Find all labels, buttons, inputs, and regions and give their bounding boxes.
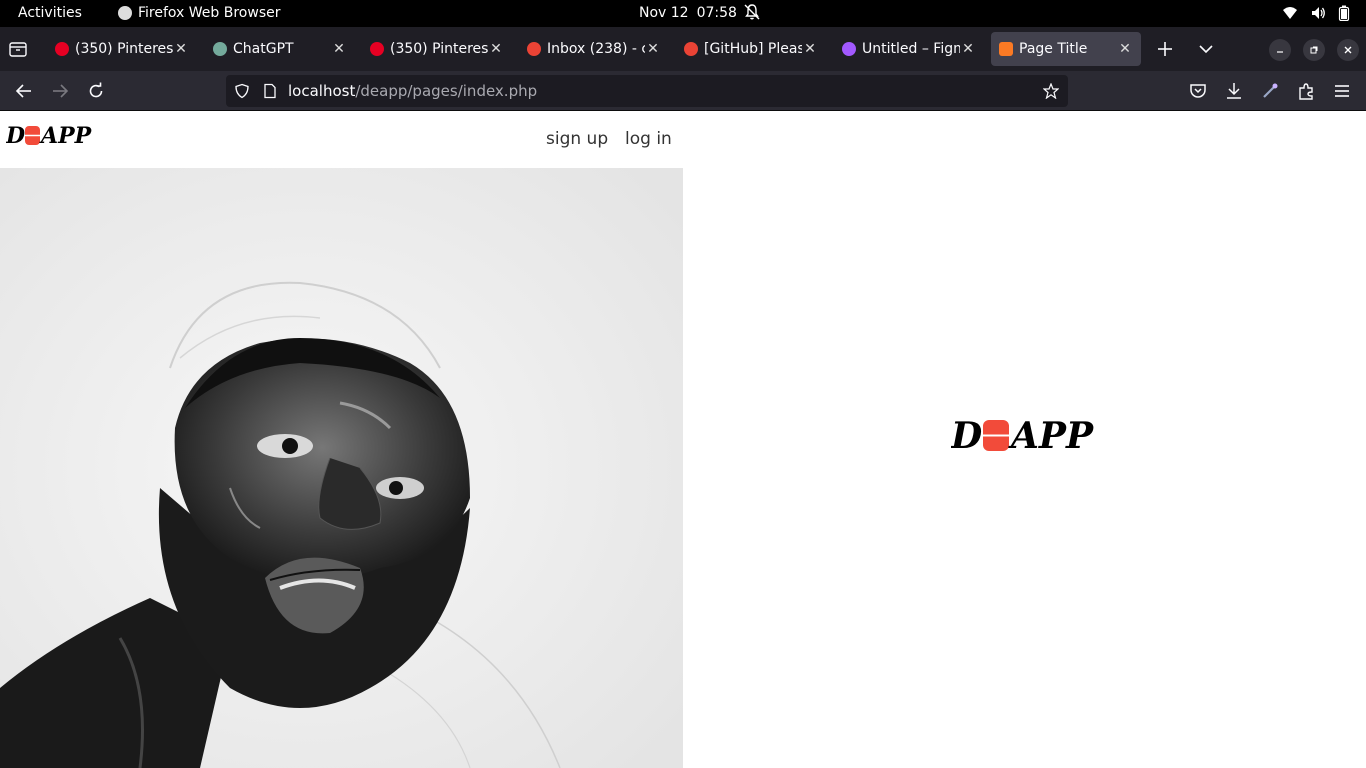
logo-letter-d: D	[6, 123, 25, 148]
app-menu[interactable]: Firefox Web Browser	[118, 5, 281, 21]
restore-button[interactable]	[1303, 39, 1325, 61]
firefox-view-icon[interactable]	[7, 38, 29, 60]
tab-figma[interactable]: Untitled – Figm ✕	[834, 32, 984, 66]
close-tab-icon[interactable]: ✕	[645, 41, 661, 57]
chatgpt-icon	[213, 42, 227, 56]
page-content: D APP sign up log in D APP	[0, 112, 1366, 768]
url-path: /deapp/pages/index.php	[355, 82, 538, 100]
close-tab-icon[interactable]: ✕	[802, 41, 818, 57]
back-arrow-icon[interactable]	[14, 81, 34, 101]
deapp-logo-large: D APP	[951, 415, 1094, 454]
tab-page-title[interactable]: Page Title ✕	[991, 32, 1141, 66]
new-tab-plus-icon[interactable]	[1156, 40, 1174, 58]
color-picker-extension-icon[interactable]	[1260, 81, 1280, 101]
hero-portrait-image	[0, 168, 683, 768]
pocket-icon[interactable]	[1188, 81, 1208, 101]
extensions-puzzle-icon[interactable]	[1296, 81, 1316, 101]
tab-title: [GitHub] Please	[704, 41, 802, 57]
close-tab-icon[interactable]: ✕	[173, 41, 189, 57]
battery-icon	[1338, 5, 1350, 21]
system-top-bar: Activities Firefox Web Browser Nov 12 07…	[0, 0, 1366, 27]
volume-icon	[1312, 7, 1325, 19]
list-all-tabs-chevron-icon[interactable]	[1197, 40, 1215, 58]
firefox-icon	[118, 6, 132, 20]
tab-gmail-inbox[interactable]: Inbox (238) - co ✕	[519, 32, 669, 66]
bookmark-star-icon[interactable]	[1043, 83, 1059, 99]
sign-up-link[interactable]: sign up	[546, 129, 608, 149]
tab-bar: (350) Pinterest ✕ ChatGPT ✕ (350) Pinter…	[0, 27, 1366, 71]
navigation-toolbar: localhost/deapp/pages/index.php	[0, 71, 1366, 111]
restore-icon	[1310, 46, 1318, 54]
gmail-icon	[684, 42, 698, 56]
close-icon	[1344, 46, 1352, 54]
page-info-icon[interactable]	[262, 83, 278, 99]
activities-button[interactable]: Activities	[18, 5, 82, 21]
tab-title: (350) Pinterest	[390, 41, 488, 57]
close-tab-icon[interactable]: ✕	[331, 41, 347, 57]
clock-date: Nov 12	[639, 5, 689, 21]
pinterest-icon	[370, 42, 384, 56]
url-text[interactable]: localhost/deapp/pages/index.php	[288, 82, 537, 100]
clock[interactable]: Nov 12 07:58	[639, 5, 737, 21]
tab-chatgpt[interactable]: ChatGPT ✕	[205, 32, 355, 66]
close-tab-icon[interactable]: ✕	[488, 41, 504, 57]
tab-title: Page Title	[1019, 41, 1088, 57]
tab-gmail-github[interactable]: [GitHub] Please ✕	[676, 32, 826, 66]
app-name: Firefox Web Browser	[138, 5, 281, 21]
close-window-button[interactable]	[1337, 39, 1359, 61]
portrait-drawing	[0, 168, 683, 768]
logo-text-app: APP	[1008, 415, 1094, 454]
tab-title: (350) Pinterest	[75, 41, 173, 57]
close-tab-icon[interactable]: ✕	[1117, 41, 1133, 57]
pinterest-icon	[55, 42, 69, 56]
logo-letter-d: D	[951, 415, 982, 454]
minimize-icon	[1277, 51, 1283, 53]
close-tab-icon[interactable]: ✕	[960, 41, 976, 57]
shield-icon[interactable]	[234, 83, 250, 99]
reload-icon[interactable]	[86, 81, 106, 101]
hamburger-menu-icon[interactable]	[1332, 81, 1352, 101]
tab-title: Untitled – Figm	[862, 41, 960, 57]
tab-pinterest-1[interactable]: (350) Pinterest ✕	[47, 32, 197, 66]
gmail-icon	[527, 42, 541, 56]
deapp-logo-small[interactable]: D APP	[6, 122, 98, 148]
clock-time: 07:58	[696, 5, 737, 21]
forward-arrow-icon[interactable]	[50, 81, 70, 101]
tab-title: Inbox (238) - co	[547, 41, 645, 57]
xampp-icon	[999, 42, 1013, 56]
figma-icon	[842, 42, 856, 56]
wifi-icon	[1283, 7, 1297, 19]
downloads-icon[interactable]	[1224, 81, 1244, 101]
address-bar[interactable]: localhost/deapp/pages/index.php	[226, 75, 1068, 107]
log-in-link[interactable]: log in	[625, 129, 672, 149]
logo-text-app: APP	[39, 123, 93, 148]
tab-title: ChatGPT	[233, 41, 294, 57]
notification-bell-icon[interactable]	[743, 3, 761, 21]
minimize-button[interactable]	[1269, 39, 1291, 61]
tab-pinterest-2[interactable]: (350) Pinterest ✕	[362, 32, 512, 66]
url-host: localhost	[288, 82, 356, 100]
system-tray[interactable]	[1282, 5, 1350, 21]
